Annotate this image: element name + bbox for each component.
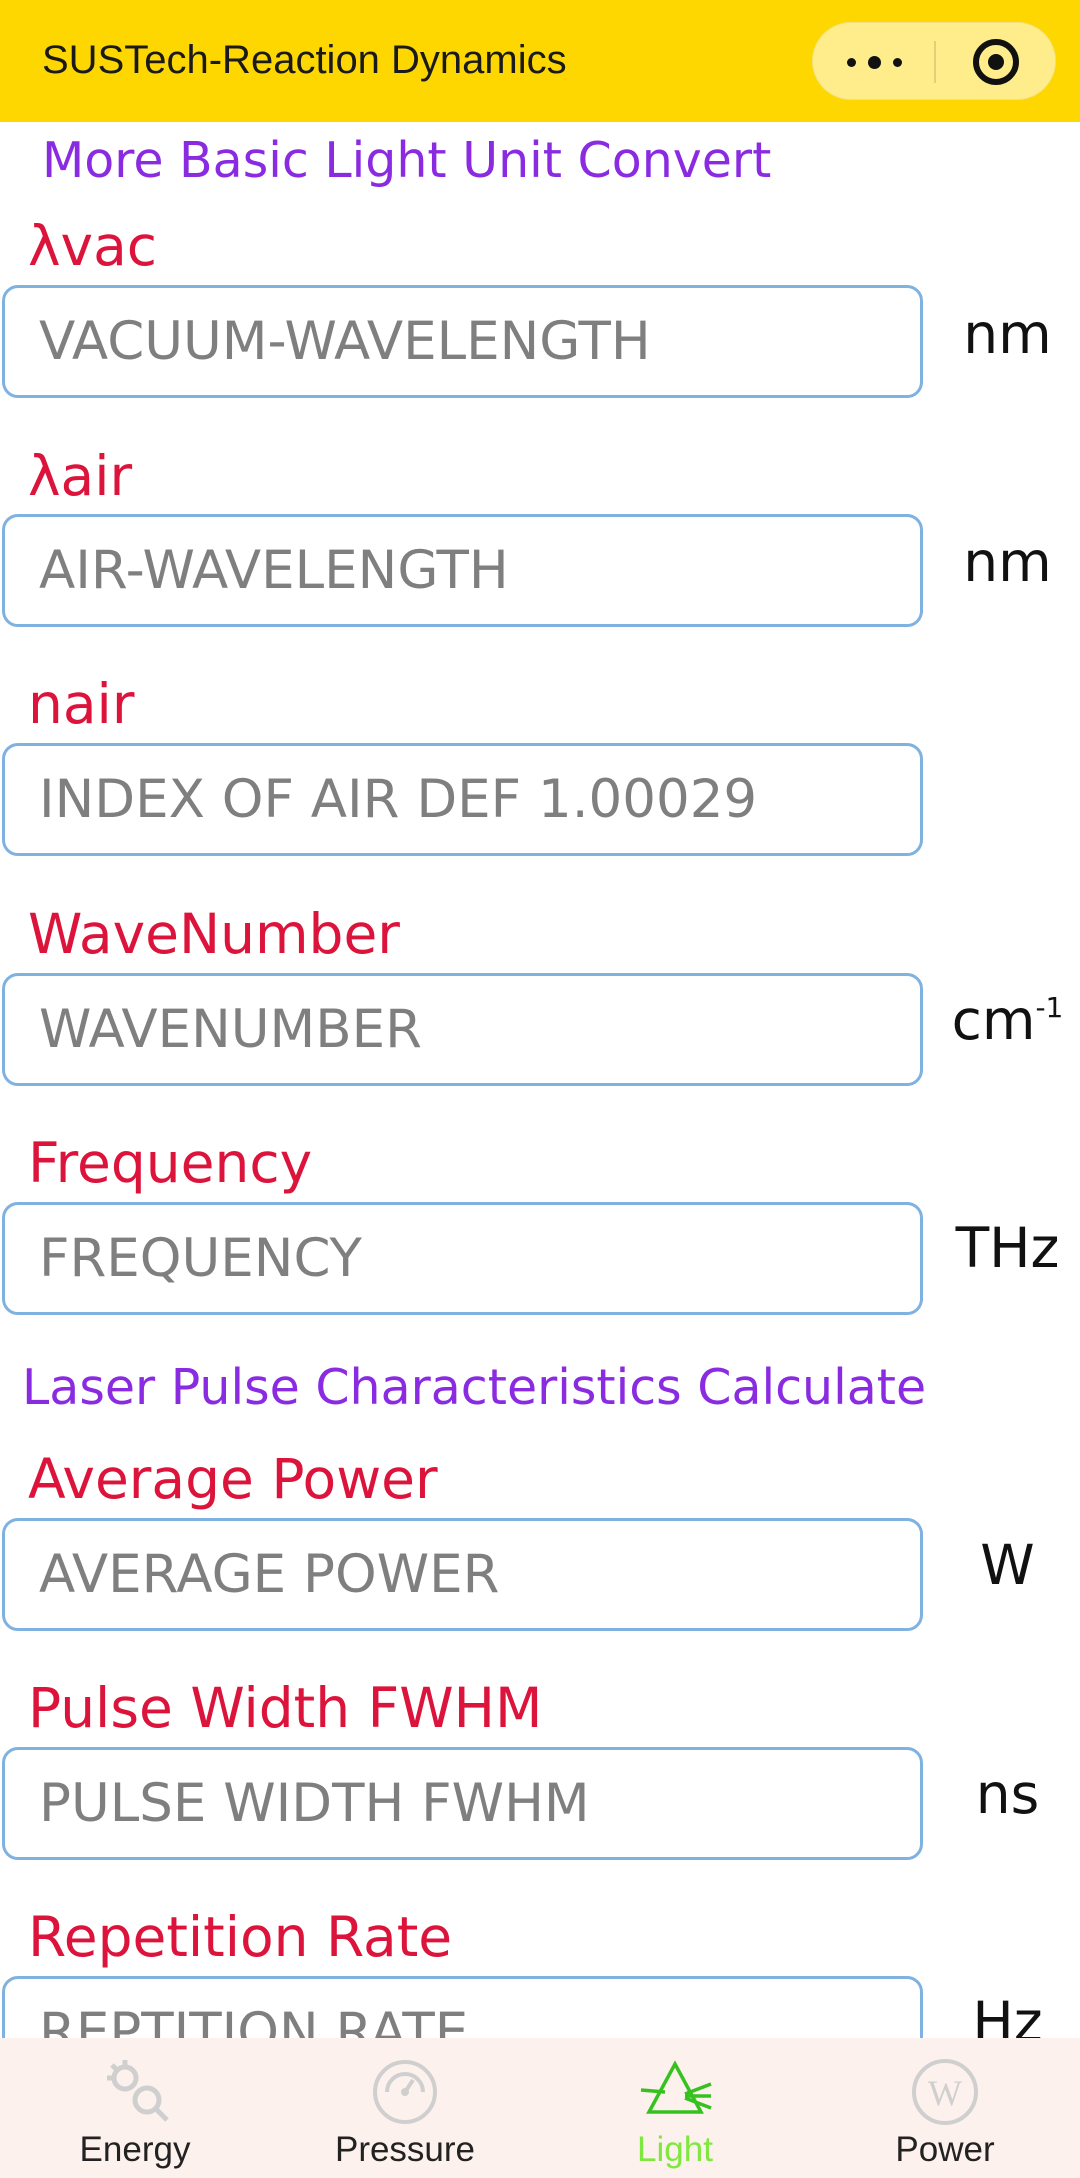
unit-air: nm — [963, 530, 1052, 594]
tab-pressure-label: Pressure — [334, 2130, 476, 2169]
tab-bar: Energy Pressure Light W Power — [0, 2038, 1080, 2178]
close-button[interactable] — [935, 23, 1057, 101]
vacuum-wavelength-input[interactable] — [2, 285, 923, 398]
unit-wavenumber-base: cm — [951, 988, 1036, 1052]
unit-frequency: THz — [955, 1216, 1060, 1280]
field-label-nair: nair — [28, 672, 135, 736]
field-label-air: λair — [28, 444, 133, 508]
pressure-gauge-icon — [373, 2060, 437, 2124]
tab-power[interactable]: W Power — [810, 2038, 1080, 2178]
unit-pulse-width: ns — [975, 1762, 1040, 1826]
section-title-laser: Laser Pulse Characteristics Calculate — [22, 1359, 927, 1416]
field-label-avg-power: Average Power — [28, 1447, 438, 1511]
main-content[interactable]: More Basic Light Unit Convert λvac nm λa… — [0, 122, 1080, 2038]
pulse-width-input[interactable] — [2, 1747, 923, 1860]
field-label-rep-rate: Repetition Rate — [28, 1905, 453, 1969]
air-wavelength-input[interactable] — [2, 514, 923, 627]
frequency-input[interactable] — [2, 1202, 923, 1315]
tab-pressure[interactable]: Pressure — [270, 2038, 540, 2178]
capsule-menu — [812, 22, 1056, 100]
unit-wavenumber-exponent: -1 — [1035, 991, 1064, 1024]
tab-light[interactable]: Light — [540, 2038, 810, 2178]
unit-avg-power: W — [980, 1533, 1035, 1597]
power-w-icon: W — [912, 2059, 978, 2125]
wavenumber-input[interactable] — [2, 973, 923, 1086]
energy-gears-icon — [107, 2060, 169, 2122]
tab-power-label: Power — [895, 2130, 995, 2169]
unit-rep-rate: Hz — [972, 1990, 1043, 2038]
field-label-wavenumber: WaveNumber — [28, 902, 400, 966]
tab-energy-label: Energy — [79, 2130, 191, 2169]
page-title: SUSTech-Reaction Dynamics — [42, 38, 567, 82]
tab-energy[interactable]: Energy — [0, 2038, 270, 2178]
unit-wavenumber: cm-1 — [935, 988, 1080, 1052]
svg-text:W: W — [928, 2073, 962, 2113]
target-circle-icon — [973, 39, 1019, 85]
more-dots-icon — [841, 55, 908, 69]
section-title-light-unit: More Basic Light Unit Convert — [42, 132, 772, 189]
more-button[interactable] — [813, 23, 935, 101]
tab-light-label: Light — [637, 2130, 713, 2169]
field-label-pulse-width: Pulse Width FWHM — [28, 1676, 543, 1740]
repetition-rate-input[interactable] — [2, 1976, 923, 2038]
field-label-frequency: Frequency — [28, 1131, 313, 1195]
nav-bar: SUSTech-Reaction Dynamics — [0, 0, 1080, 122]
field-label-vac: λvac — [28, 214, 158, 278]
prism-icon — [640, 2060, 712, 2114]
air-index-input[interactable] — [2, 743, 923, 856]
average-power-input[interactable] — [2, 1518, 923, 1631]
unit-vac: nm — [963, 302, 1052, 366]
